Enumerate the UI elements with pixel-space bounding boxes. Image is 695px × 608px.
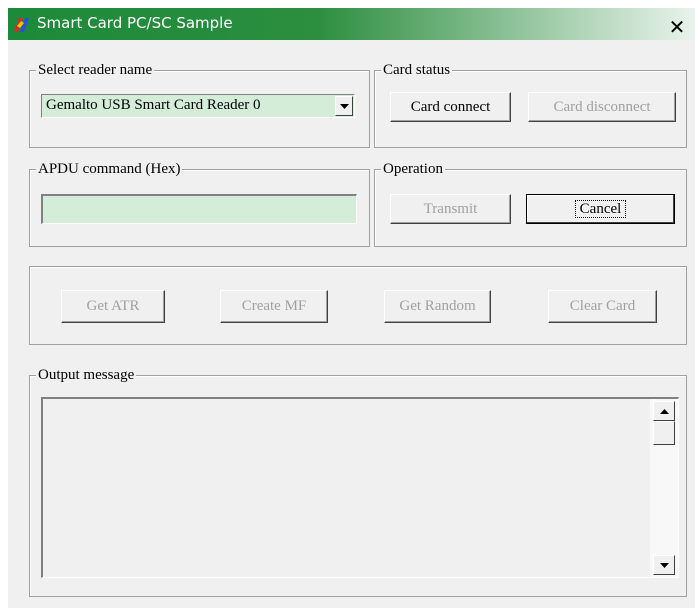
app-window: Smart Card PC/SC Sample ✕ Select reader … (8, 8, 695, 608)
card-connect-button[interactable]: Card connect (390, 92, 511, 122)
output-scrollbar[interactable] (650, 399, 678, 577)
get-random-button[interactable]: Get Random (384, 290, 491, 323)
reader-select[interactable]: Gemalto USB Smart Card Reader 0 (41, 94, 355, 118)
reader-group-label: Select reader name (36, 61, 155, 79)
cancel-button[interactable]: Cancel (526, 194, 675, 224)
transmit-button[interactable]: Transmit (390, 194, 511, 224)
close-icon[interactable]: ✕ (667, 17, 687, 37)
output-message-box[interactable] (41, 397, 679, 578)
scroll-up-icon[interactable] (653, 401, 675, 421)
card-status-label: Card status (381, 61, 453, 79)
scroll-thumb[interactable] (653, 421, 675, 445)
apdu-input[interactable] (41, 194, 357, 224)
clear-card-button[interactable]: Clear Card (548, 290, 657, 323)
create-mf-button[interactable]: Create MF (220, 290, 328, 323)
app-icon (14, 18, 29, 32)
chevron-down-icon[interactable] (335, 96, 353, 116)
scroll-down-icon[interactable] (653, 555, 675, 575)
get-atr-button[interactable]: Get ATR (61, 290, 165, 323)
card-disconnect-button[interactable]: Card disconnect (528, 92, 676, 122)
window-title: Smart Card PC/SC Sample (37, 14, 233, 32)
output-group-label: Output message (36, 366, 137, 384)
operation-group-label: Operation (381, 160, 445, 178)
title-bar[interactable]: Smart Card PC/SC Sample ✕ (8, 8, 695, 40)
reader-select-value: Gemalto USB Smart Card Reader 0 (46, 97, 261, 113)
apdu-group-label: APDU command (Hex) (36, 160, 183, 178)
